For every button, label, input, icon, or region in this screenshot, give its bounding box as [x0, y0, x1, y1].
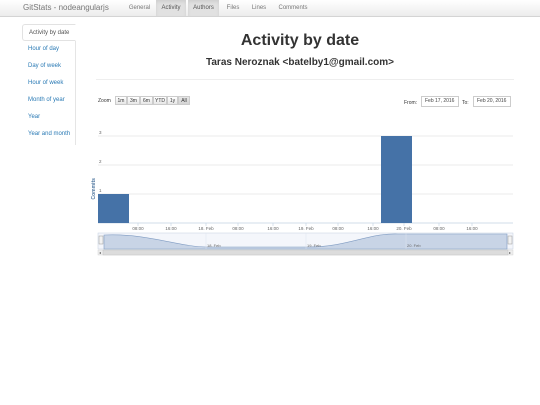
x-tick-label: 08:00 — [332, 226, 344, 231]
navigator-left-handle[interactable] — [98, 235, 104, 245]
zoom-all-button[interactable]: All — [178, 96, 190, 105]
navigator-label: 20. Feb — [407, 243, 421, 248]
activity-chart: 1 2 3 Commits 08:00 16:00 18. Feb 08:00 16:00 19.… — [91, 130, 514, 256]
navigator-label: 18. Feb — [207, 243, 221, 248]
scroll-right-arrow-icon[interactable]: ▸ — [509, 250, 511, 255]
sidebar-item-hour-of-day[interactable]: Hour of day — [22, 41, 76, 58]
to-label: To: — [462, 100, 469, 106]
x-tick-label: 16:00 — [267, 226, 279, 231]
to-date-input[interactable]: Feb 20, 2016 — [473, 96, 511, 107]
zoom-3m-button[interactable]: 3m — [127, 96, 140, 105]
sidebar-item-day-of-week[interactable]: Day of week — [22, 58, 76, 75]
sidebar-item-year[interactable]: Year — [22, 109, 76, 126]
nav-lines[interactable]: Lines — [247, 0, 271, 16]
author-heading: Taras Neroznak <batelby1@gmail.com> — [206, 57, 394, 68]
x-tick-label: 19. Feb — [298, 226, 314, 231]
scrollbar-thumb[interactable] — [102, 249, 509, 256]
y-tick-label: 3 — [99, 130, 102, 135]
page-title: Activity by date — [240, 32, 360, 49]
zoom-ytd-button[interactable]: YTD — [153, 96, 167, 105]
navigator-right-handle[interactable] — [507, 235, 513, 245]
brand-title[interactable]: GitStats - nodeangularjs — [23, 3, 109, 12]
x-tick-label: 20. Feb — [396, 226, 412, 231]
navigator-label: 19. Feb — [307, 243, 321, 248]
x-tick-label: 16:00 — [165, 226, 177, 231]
nav-authors[interactable]: Authors — [188, 0, 219, 16]
x-tick-label: 08:00 — [232, 226, 244, 231]
zoom-1m-button[interactable]: 1m — [115, 96, 127, 105]
y-tick-label: 1 — [99, 188, 102, 193]
bar-2 — [381, 136, 412, 223]
nav-activity[interactable]: Activity — [156, 0, 186, 16]
y-tick-label: 2 — [99, 159, 102, 164]
y-axis-title: Commits — [91, 178, 97, 200]
zoom-6m-button[interactable]: 6m — [140, 96, 153, 105]
sidebar-item-year-and-month[interactable]: Year and month — [22, 126, 76, 143]
from-label: From: — [404, 100, 418, 106]
x-tick-label: 16:00 — [466, 226, 478, 231]
scroll-left-arrow-icon[interactable]: ◂ — [99, 250, 101, 255]
x-tick-label: 08:00 — [132, 226, 144, 231]
x-tick-label: 08:00 — [433, 226, 445, 231]
sidebar-item-month-of-year[interactable]: Month of year — [22, 92, 76, 109]
sidebar-item-hour-of-week[interactable]: Hour of week — [22, 75, 76, 92]
x-tick-label: 16:00 — [367, 226, 379, 231]
nav-comments[interactable]: Comments — [274, 0, 312, 16]
nav-general[interactable]: General — [125, 0, 154, 16]
top-navbar: GitStats - nodeangularjs General Activit… — [0, 0, 540, 17]
zoom-label: Zoom — [98, 98, 111, 104]
sidebar-item-activity-by-date[interactable]: Activity by date — [22, 24, 76, 41]
x-tick-label: 18. Feb — [198, 226, 214, 231]
bar-1 — [98, 194, 129, 223]
from-date-input[interactable]: Feb 17, 2016 — [421, 96, 459, 107]
header-divider — [96, 79, 514, 80]
nav-files[interactable]: Files — [222, 0, 244, 16]
sidebar-nav: Activity by date Hour of day Day of week… — [22, 24, 76, 143]
sidebar-divider — [75, 41, 76, 145]
zoom-1y-button[interactable]: 1y — [167, 96, 178, 105]
